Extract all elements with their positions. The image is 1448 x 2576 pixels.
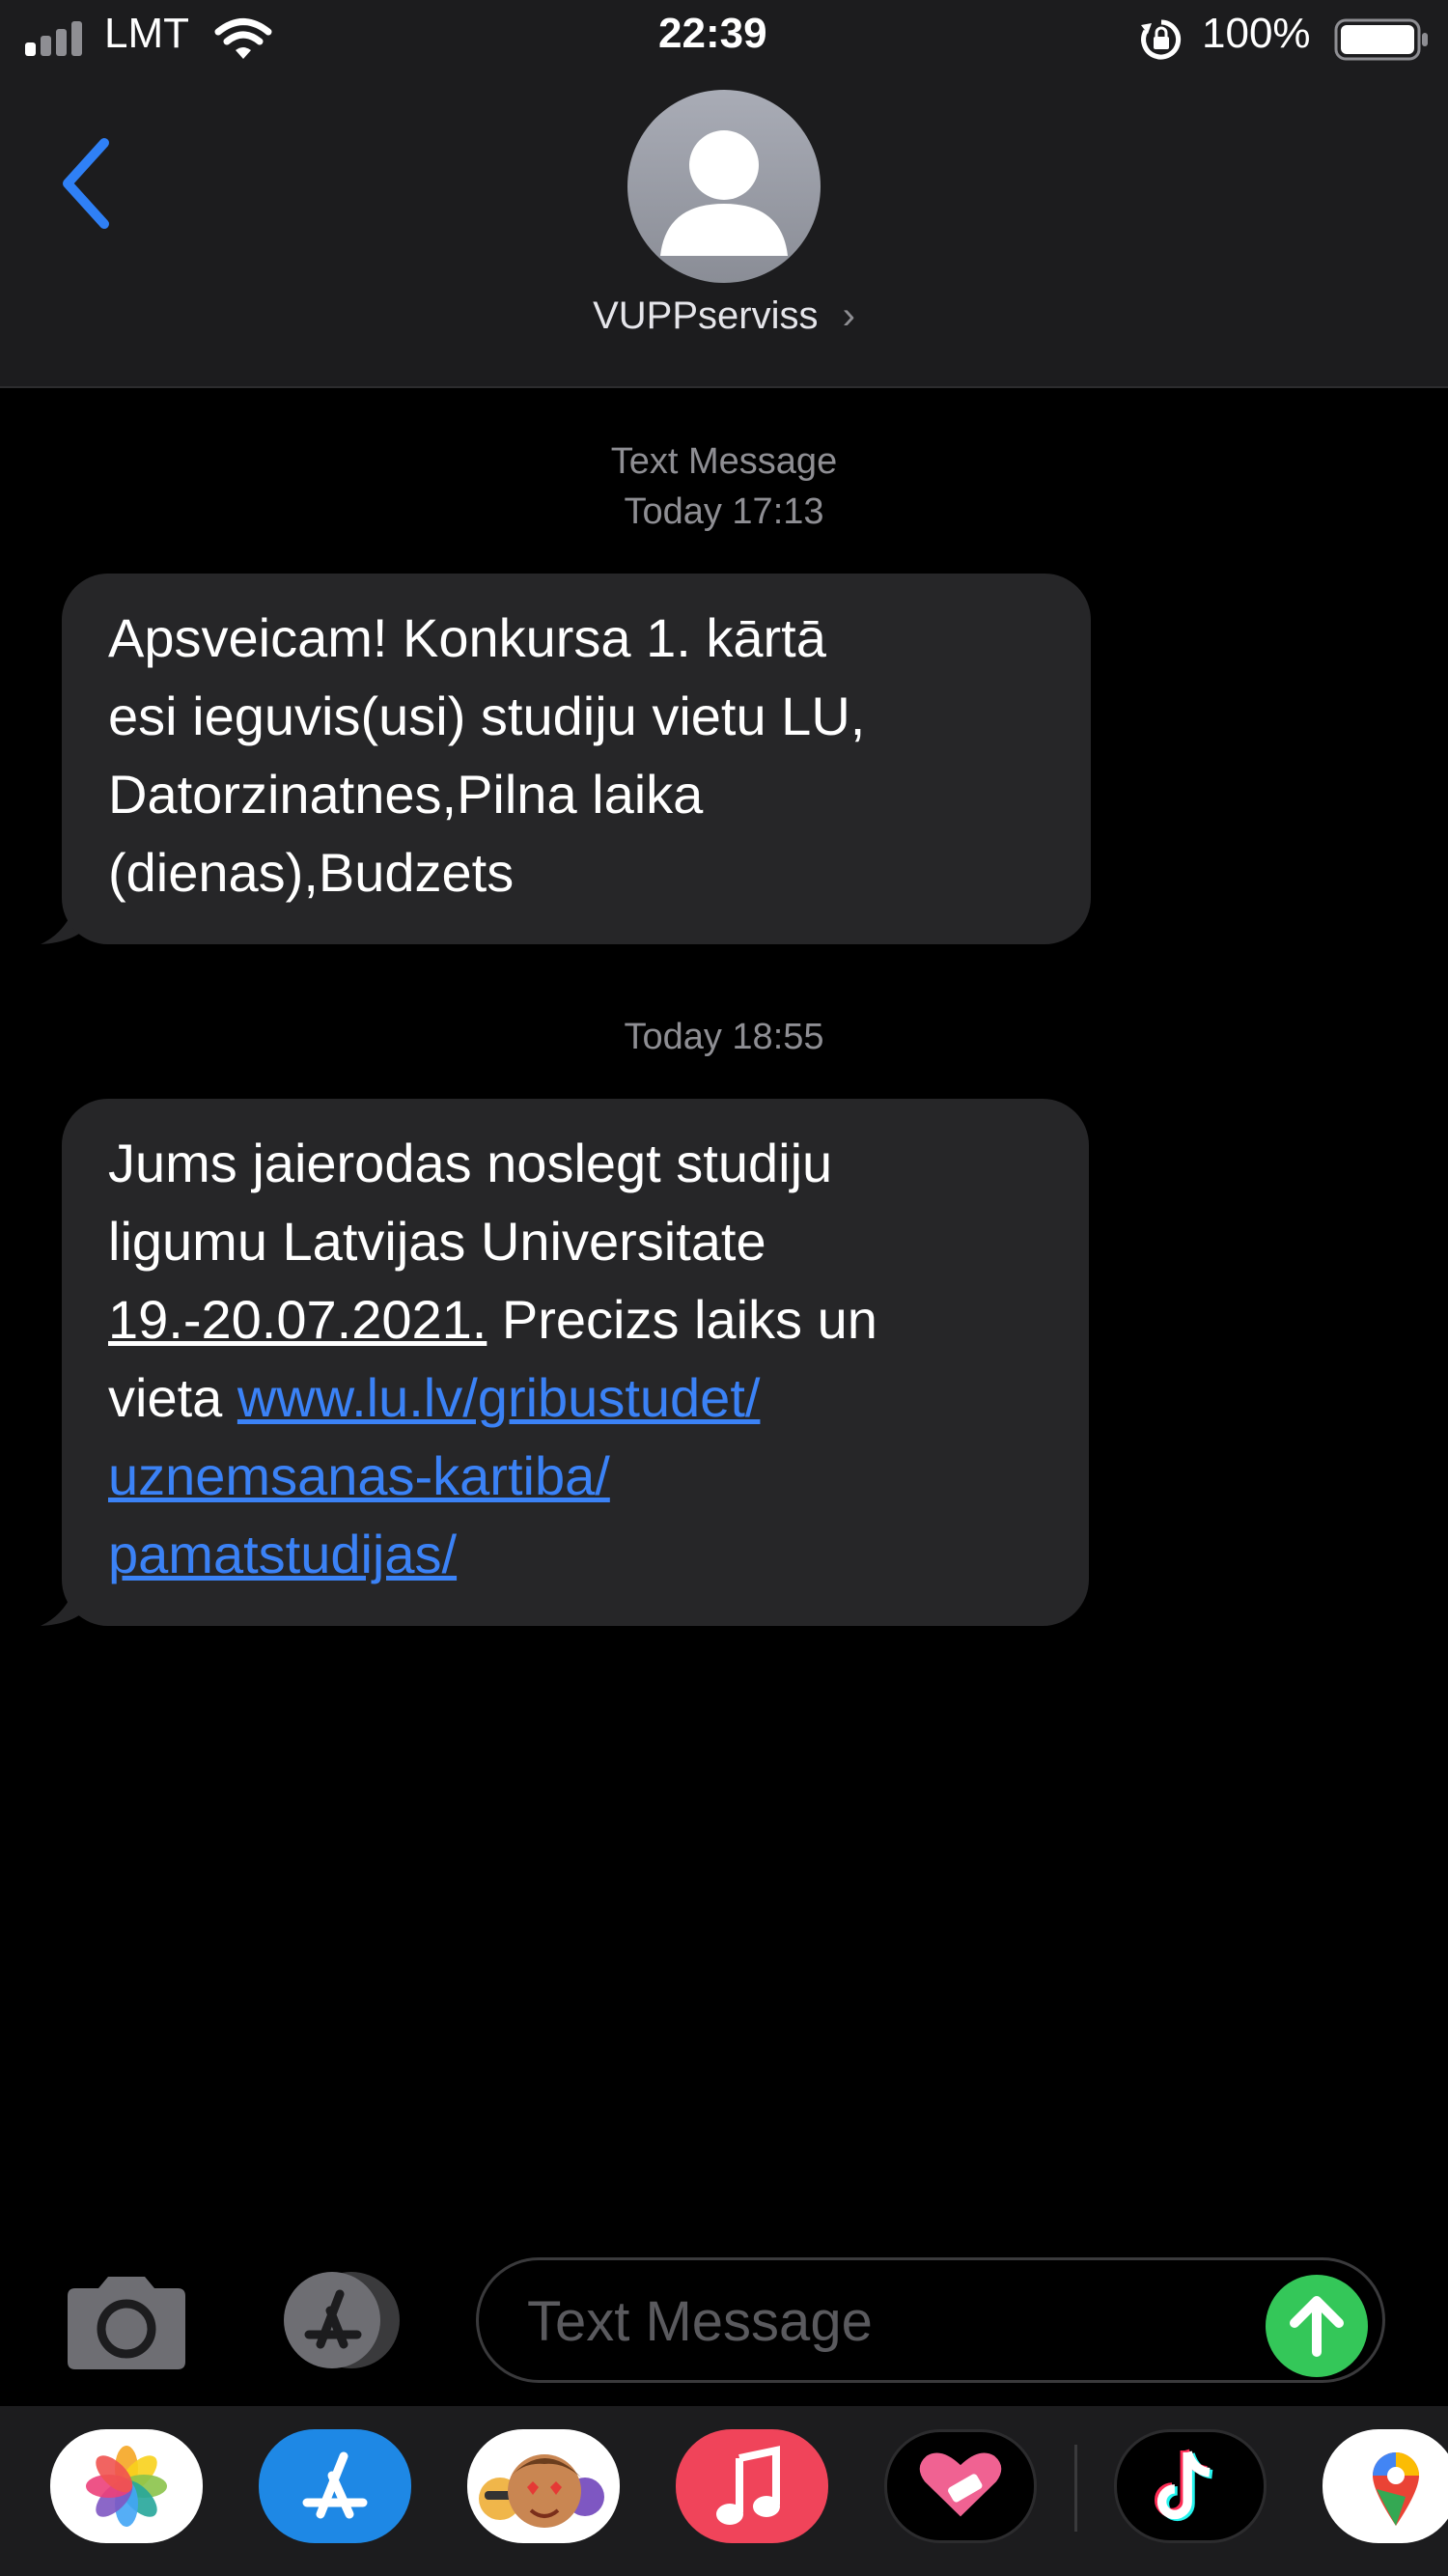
clock: 22:39	[658, 10, 767, 57]
message-bubble-incoming[interactable]: Apsveicam! Konkursa 1. kārtā esi ieguvis…	[62, 574, 1091, 944]
message-line: esi ieguvis(usi) studiju vietu LU,	[108, 686, 866, 746]
send-button[interactable]	[1266, 2275, 1368, 2377]
message-line: pamatstudijas/	[108, 1515, 1043, 1593]
message-line: (dienas),Budzets	[108, 842, 515, 903]
carrier-label: LMT	[104, 10, 189, 57]
message-input-placeholder: Text Message	[527, 2290, 873, 2353]
arrow-up-icon	[1290, 2296, 1344, 2357]
rotation-lock-icon	[1141, 19, 1182, 60]
contact-avatar[interactable]	[627, 90, 821, 283]
message-line: 19.-20.07.2021. Precizs laiks un	[108, 1280, 1043, 1358]
person-silhouette-icon	[660, 130, 788, 256]
tiktok-app-icon[interactable]	[1114, 2429, 1267, 2543]
signal-icon	[25, 21, 82, 56]
wifi-icon	[214, 18, 272, 59]
date-detected-link[interactable]: 19.-20.07.2021.	[108, 1289, 487, 1350]
contact-name-label: VUPPserviss	[593, 294, 819, 337]
maps-app-icon[interactable]	[1323, 2429, 1448, 2543]
message-line: Apsveicam! Konkursa 1. kārtā	[108, 607, 826, 668]
drawer-divider	[1074, 2445, 1077, 2532]
chevron-right-icon: ›	[842, 294, 855, 337]
message-timestamp: Today 18:55	[624, 1017, 824, 1057]
app-drawer	[0, 2406, 1448, 2576]
message-group-label: Text Message Today 17:13	[0, 436, 1448, 537]
back-chevron-icon[interactable]	[58, 135, 116, 232]
url-link[interactable]: www.lu.lv/gribustudet/	[237, 1367, 761, 1428]
message-line: ligumu Latvijas Universitate	[108, 1211, 766, 1272]
music-app-icon[interactable]	[676, 2429, 828, 2543]
camera-icon[interactable]	[64, 2275, 189, 2371]
message-line: uznemsanas-kartiba/	[108, 1437, 1043, 1515]
memoji-app-icon[interactable]	[467, 2429, 620, 2543]
message-timestamp: Today 17:13	[624, 491, 824, 532]
url-link[interactable]: uznemsanas-kartiba/	[108, 1445, 610, 1506]
message-input-field[interactable]: Text Message	[476, 2257, 1385, 2383]
message-type-label: Text Message	[610, 441, 838, 482]
message-line: vieta www.lu.lv/gribustudet/	[108, 1358, 1043, 1437]
message-text: vieta	[108, 1367, 237, 1428]
message-text: Precizs laiks un	[487, 1289, 877, 1350]
battery-icon	[1334, 18, 1428, 61]
message-line: Jums jaierodas noslegt studiju	[108, 1133, 833, 1193]
battery-percentage: 100%	[1202, 10, 1311, 57]
app-store-icon[interactable]	[270, 2267, 405, 2373]
url-link[interactable]: pamatstudijas/	[108, 1524, 457, 1584]
heart-app-icon[interactable]	[884, 2429, 1037, 2543]
app-store-app-icon[interactable]	[259, 2429, 411, 2543]
message-line: Datorzinatnes,Pilna laika	[108, 764, 704, 825]
contact-name[interactable]: VUPPserviss ›	[0, 294, 1448, 338]
photos-app-icon[interactable]	[50, 2429, 203, 2543]
message-bubble-incoming[interactable]: Jums jaierodas noslegt studiju ligumu La…	[62, 1099, 1089, 1626]
status-bar: LMT 22:39 100%	[0, 0, 1448, 79]
